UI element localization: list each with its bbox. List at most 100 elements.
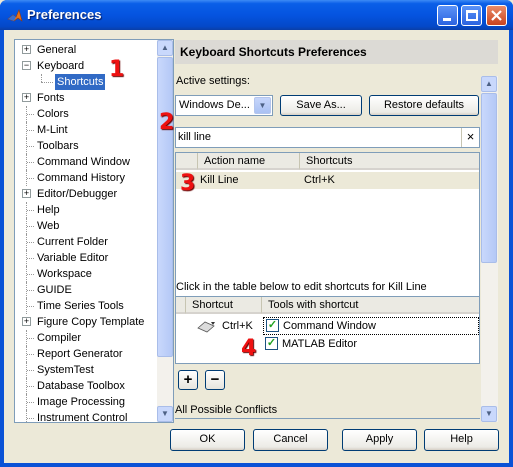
- keyboard-icon: [197, 321, 215, 333]
- search-input[interactable]: kill line ×: [175, 127, 480, 148]
- column-header-shortcuts[interactable]: Shortcuts: [300, 153, 479, 170]
- preferences-tree[interactable]: Instrument Control Image Processing Databa…: [14, 39, 174, 423]
- minimize-button[interactable]: [437, 5, 458, 26]
- ok-button[interactable]: OK: [170, 429, 245, 451]
- restore-defaults-button[interactable]: Restore defaults: [369, 95, 479, 116]
- active-settings-value: Windows De...: [179, 99, 250, 111]
- tree-line: [27, 242, 34, 243]
- tree-item-web[interactable]: Web: [15, 218, 156, 234]
- tree-item-general[interactable]: + General: [15, 42, 156, 58]
- tree-item-compiler[interactable]: Compiler: [15, 330, 156, 346]
- expand-icon[interactable]: +: [22, 93, 31, 102]
- scroll-down-icon[interactable]: ▼: [481, 406, 497, 422]
- tree-item-label: Shortcuts: [55, 74, 106, 90]
- scroll-up-icon[interactable]: ▲: [157, 40, 173, 56]
- remove-shortcut-button[interactable]: −: [205, 370, 225, 390]
- table-corner: [176, 297, 186, 314]
- tree-line: [27, 370, 34, 371]
- tree-item-label: Time Series Tools: [37, 300, 124, 312]
- tree-line: [27, 418, 34, 419]
- expand-icon[interactable]: +: [22, 189, 31, 198]
- tree-item-help[interactable]: Help: [15, 202, 156, 218]
- tree-item-label: Web: [37, 220, 60, 232]
- clear-search-icon[interactable]: ×: [461, 128, 479, 147]
- tools-table[interactable]: Shortcut Tools with shortcut Ctrl+K ✓ Co…: [175, 296, 480, 364]
- title-bar[interactable]: Preferences: [0, 0, 513, 30]
- actions-table[interactable]: Action name Shortcuts Kill Line Ctrl+K: [175, 152, 480, 298]
- tree-item-command-history[interactable]: Command History: [15, 170, 156, 186]
- tree-item-label: Instrument Control: [37, 412, 128, 423]
- tree-item-current-folder[interactable]: Current Folder: [15, 234, 156, 250]
- tree-item-workspace[interactable]: Workspace: [15, 266, 156, 282]
- check-icon[interactable]: ✓: [266, 319, 279, 332]
- tool-label: Command Window: [283, 320, 376, 332]
- annotation-4: 4: [241, 336, 257, 361]
- tree-item-figure-copy-template[interactable]: + Figure Copy Template: [15, 314, 156, 330]
- tree-item-database-toolbox[interactable]: Database Toolbox: [15, 378, 156, 394]
- add-shortcut-button[interactable]: +: [178, 370, 198, 390]
- panel-scrollbar[interactable]: ▲ ▼: [481, 76, 498, 422]
- tree-line: [27, 162, 34, 163]
- tree-item-label: M-Lint: [37, 124, 68, 136]
- tree-item-time-series-tools[interactable]: Time Series Tools: [15, 298, 156, 314]
- tree-item-fonts[interactable]: + Fonts: [15, 90, 156, 106]
- tool-row-command-window[interactable]: ✓ Command Window: [263, 317, 479, 335]
- active-settings-combo[interactable]: Windows De... ▼: [175, 95, 273, 116]
- tree-item-colors[interactable]: Colors: [15, 106, 156, 122]
- tree-item-label: Command Window: [37, 156, 130, 168]
- chevron-down-icon[interactable]: ▼: [254, 97, 271, 114]
- tool-row-matlab-editor[interactable]: ✓ MATLAB Editor: [263, 336, 479, 354]
- tree-item-report-generator[interactable]: Report Generator: [15, 346, 156, 362]
- tree-item-toolbars[interactable]: Toolbars: [15, 138, 156, 154]
- tree-item-label: Database Toolbox: [37, 380, 125, 392]
- check-icon[interactable]: ✓: [265, 337, 278, 350]
- expand-icon[interactable]: +: [22, 45, 31, 54]
- maximize-button[interactable]: [461, 5, 482, 26]
- tree-item-label: Colors: [37, 108, 69, 120]
- minimize-icon: [443, 18, 451, 21]
- tree-item-image-processing[interactable]: Image Processing: [15, 394, 156, 410]
- tree-item-label: Help: [37, 204, 60, 216]
- cancel-button[interactable]: Cancel: [253, 429, 328, 451]
- tree-line: [27, 306, 34, 307]
- annotation-3: 3: [180, 171, 196, 196]
- shortcut-cell: Ctrl+K: [304, 174, 335, 186]
- tree-item-keyboard[interactable]: − Keyboard: [15, 58, 156, 74]
- conflicts-table[interactable]: [175, 418, 480, 423]
- column-header-tools[interactable]: Tools with shortcut: [262, 297, 479, 314]
- tree-item-label: GUIDE: [37, 284, 72, 296]
- expand-icon[interactable]: +: [22, 317, 31, 326]
- tree-item-guide[interactable]: GUIDE: [15, 282, 156, 298]
- collapse-icon[interactable]: −: [22, 61, 31, 70]
- tree-item-shortcuts[interactable]: Shortcuts: [15, 74, 156, 90]
- help-button[interactable]: Help: [424, 429, 499, 451]
- tree-item-command-window[interactable]: Command Window: [15, 154, 156, 170]
- scroll-up-icon[interactable]: ▲: [481, 76, 497, 92]
- annotation-2: 2: [159, 110, 175, 135]
- tree-item-variable-editor[interactable]: Variable Editor: [15, 250, 156, 266]
- tree-line: [27, 114, 34, 115]
- apply-button[interactable]: Apply: [342, 429, 417, 451]
- scroll-thumb[interactable]: [481, 93, 497, 263]
- scroll-thumb[interactable]: [157, 57, 173, 357]
- tree-line: [41, 74, 42, 82]
- edit-hint: Click in the table below to edit shortcu…: [176, 281, 427, 293]
- tree-item-editor-debugger[interactable]: + Editor/Debugger: [15, 186, 156, 202]
- tree-line: [27, 402, 34, 403]
- tree-item-m-lint[interactable]: M-Lint: [15, 122, 156, 138]
- table-corner: [176, 153, 198, 170]
- scroll-down-icon[interactable]: ▼: [157, 406, 173, 422]
- tree-item-instrument-control[interactable]: Instrument Control: [15, 410, 156, 423]
- tree-item-label: Image Processing: [37, 396, 126, 408]
- tools-shortcut-value[interactable]: Ctrl+K: [222, 318, 253, 334]
- close-button[interactable]: [486, 5, 507, 26]
- matlab-logo-icon: [7, 9, 23, 22]
- column-header-shortcut[interactable]: Shortcut: [186, 297, 262, 314]
- tree-scrollbar[interactable]: ▲ ▼: [157, 40, 173, 422]
- tool-label: MATLAB Editor: [282, 338, 357, 350]
- save-as-button[interactable]: Save As...: [280, 95, 362, 116]
- column-header-action[interactable]: Action name: [198, 153, 300, 170]
- active-settings-label: Active settings:: [176, 75, 250, 87]
- tree-item-systemtest[interactable]: SystemTest: [15, 362, 156, 378]
- table-row[interactable]: Kill Line Ctrl+K: [176, 172, 479, 189]
